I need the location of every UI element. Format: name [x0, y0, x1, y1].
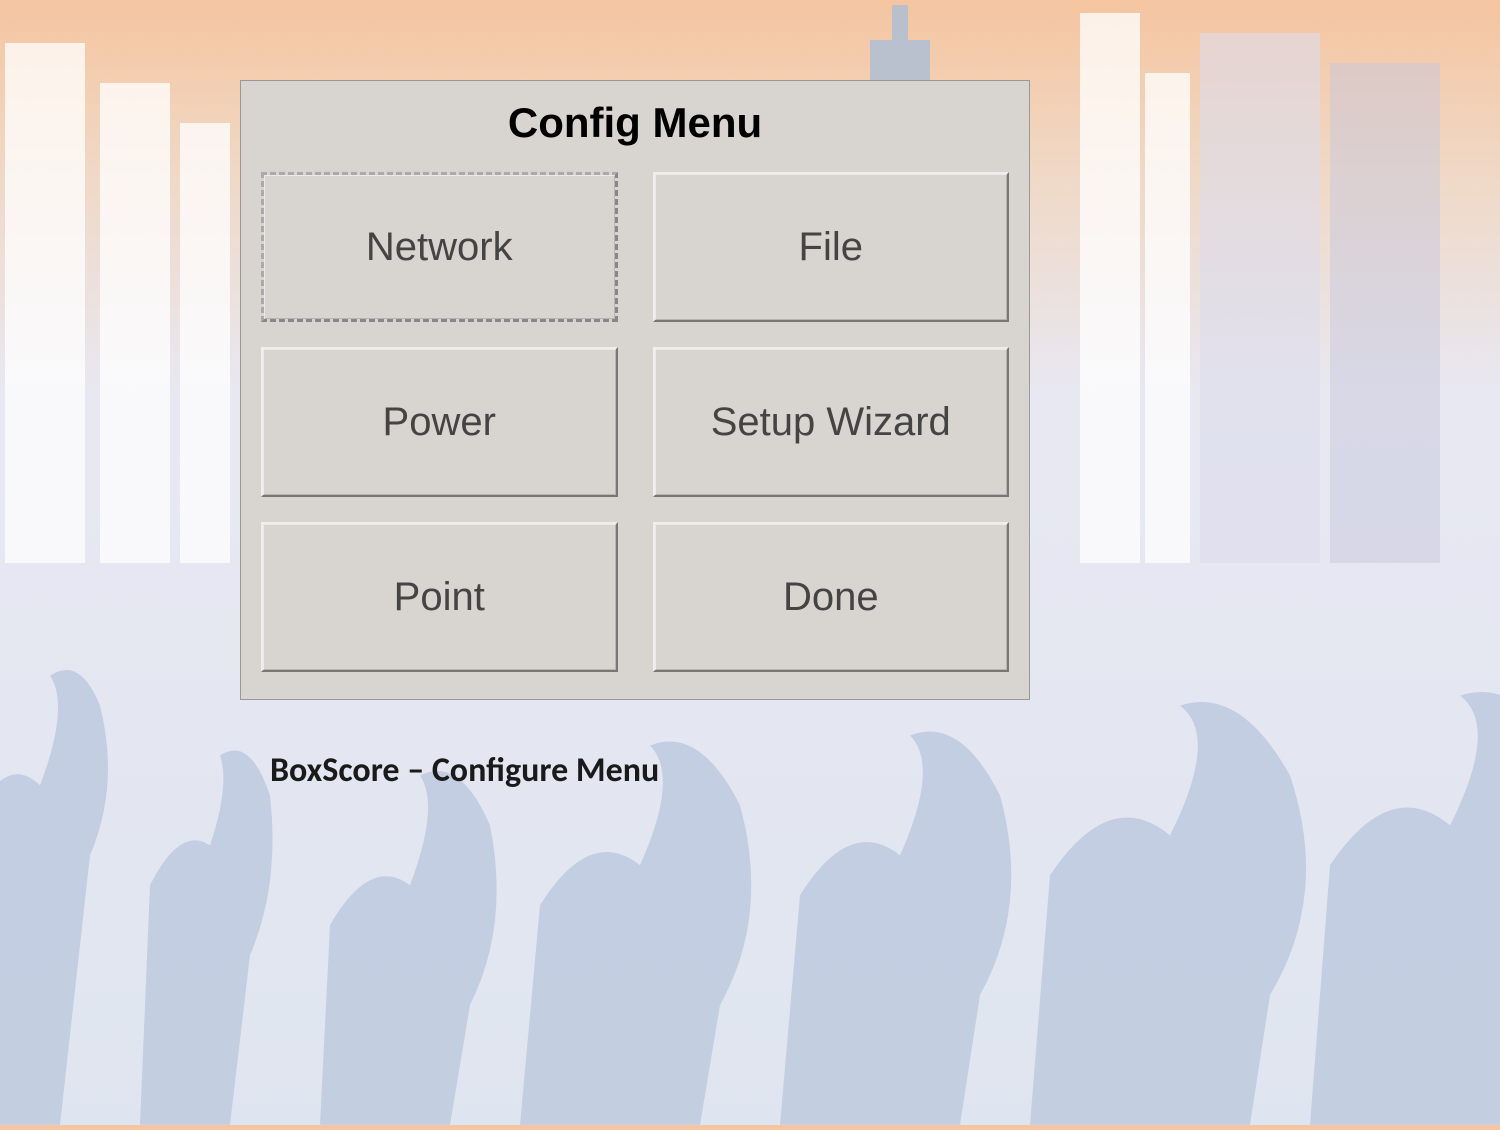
button-grid: Network File Power Setup Wizard Point Do… [261, 172, 1009, 672]
network-button[interactable]: Network [261, 172, 618, 322]
config-menu-panel: Config Menu Network File Power Setup Wiz… [240, 80, 1030, 700]
slide-caption: BoxScore – Configure Menu [270, 750, 659, 791]
point-button[interactable]: Point [261, 522, 618, 672]
menu-title: Config Menu [261, 99, 1009, 147]
file-button[interactable]: File [653, 172, 1010, 322]
done-button[interactable]: Done [653, 522, 1010, 672]
setup-wizard-button[interactable]: Setup Wizard [653, 347, 1010, 497]
power-button[interactable]: Power [261, 347, 618, 497]
